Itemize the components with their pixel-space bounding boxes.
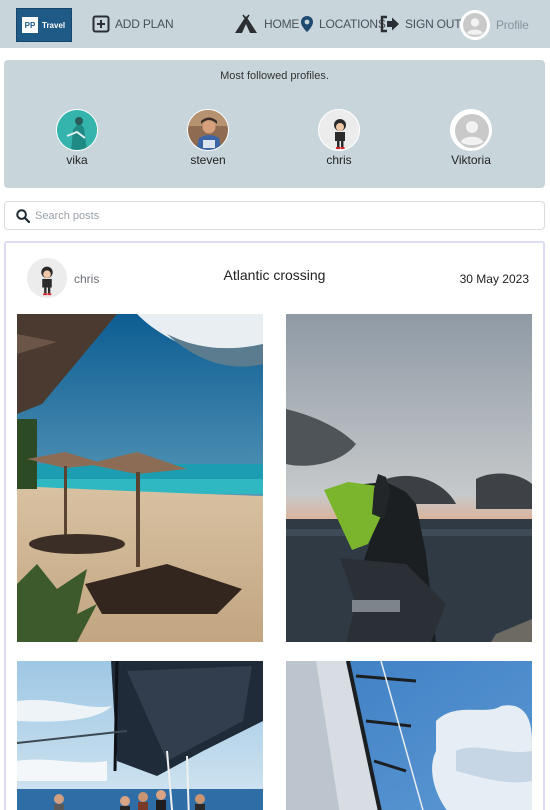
sign-out-link[interactable]: SIGN OUT <box>380 14 462 34</box>
followed-profile-viktoria[interactable]: Viktoria <box>431 109 511 167</box>
followed-profile-vika[interactable]: vika <box>37 109 117 167</box>
avatar-image <box>319 110 359 150</box>
user-avatar-icon <box>463 13 487 37</box>
profile-name: Viktoria <box>451 153 491 167</box>
avatar-image <box>188 110 228 150</box>
profile-avatar <box>450 109 492 151</box>
sign-out-icon <box>380 15 399 33</box>
avatar-image <box>57 110 97 150</box>
locations-link[interactable]: LOCATIONS <box>300 14 386 34</box>
tent-icon <box>235 14 257 33</box>
search-icon <box>16 209 30 223</box>
followed-profile-steven[interactable]: steven <box>168 109 248 167</box>
plus-square-icon <box>92 15 110 33</box>
profile-avatar <box>187 109 229 151</box>
post-date: 30 May 2023 <box>459 272 529 286</box>
profile-name: chris <box>326 153 352 167</box>
post-card[interactable]: chris Atlantic crossing 30 May 2023 <box>4 241 545 810</box>
sign-out-label: SIGN OUT <box>405 17 462 31</box>
search-bar <box>4 201 545 230</box>
post-photo-sunset[interactable] <box>286 314 532 642</box>
profile-label: Profile <box>496 18 529 32</box>
profile-name: vika <box>66 153 88 167</box>
home-link[interactable]: HOME <box>233 14 299 34</box>
profile-avatar <box>318 109 360 151</box>
locations-label: LOCATIONS <box>319 17 386 31</box>
followed-profile-chris[interactable]: chris <box>299 109 379 167</box>
user-avatar-icon <box>451 110 491 150</box>
home-label: HOME <box>264 17 300 31</box>
add-plan-link[interactable]: ADD PLAN <box>92 14 174 34</box>
sailboat-crew-photo <box>17 661 263 810</box>
post-photo-beach[interactable] <box>17 314 263 642</box>
logo-text: Travel <box>42 20 66 30</box>
sunset-photo <box>286 314 532 642</box>
beach-photo <box>17 314 263 642</box>
most-followed-panel: Most followed profiles. vika steven chri… <box>4 60 545 188</box>
map-pin-icon <box>301 16 313 32</box>
navbar: PP Travel ADD PLAN HOME LOCATIONS SIGN O… <box>0 0 550 48</box>
sail-sky-photo <box>286 661 532 810</box>
post-photo-sailboat-crew[interactable] <box>17 661 263 810</box>
profile-avatar <box>460 10 490 40</box>
profile-name: steven <box>190 153 226 167</box>
search-input[interactable] <box>35 206 515 226</box>
profile-avatar <box>56 109 98 151</box>
most-followed-title: Most followed profiles. <box>220 70 329 82</box>
post-photo-sail-sky[interactable] <box>286 661 532 810</box>
profile-link[interactable]: Profile <box>460 10 529 40</box>
logo-mark: PP <box>22 17 38 33</box>
add-plan-label: ADD PLAN <box>115 17 174 31</box>
app-logo[interactable]: PP Travel <box>16 8 72 42</box>
